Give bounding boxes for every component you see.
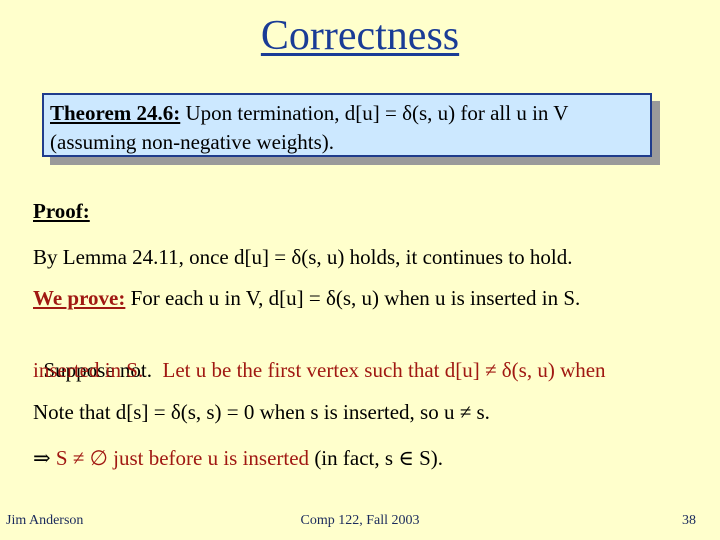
footer-page-number: 38	[682, 513, 696, 528]
implies-black-text: (in fact, s ∈ S).	[309, 446, 443, 470]
we-prove-label: We prove:	[33, 286, 126, 310]
suppose-red-text-line2: inserted in S.	[33, 358, 144, 382]
slide-title: Correctness	[0, 10, 720, 62]
footer-course: Comp 122, Fall 2003	[300, 513, 420, 528]
implies-icon: ⇒	[33, 446, 51, 470]
suppose-red-text-line1: Let u be the first vertex such that d[u]…	[162, 358, 606, 382]
note-line: Note that d[s] = δ(s, s) = 0 when s is i…	[33, 400, 490, 424]
we-prove-line: We prove: For each u in V, d[u] = δ(s, u…	[33, 284, 580, 313]
implies-line: ⇒ S ≠ ∅ just before u is inserted (in fa…	[33, 444, 443, 473]
theorem-box: Theorem 24.6: Upon termination, d[u] = δ…	[42, 93, 652, 157]
theorem-statement-line1: Upon termination, d[u] = δ(s, u) for all…	[180, 101, 569, 125]
theorem-text: Theorem 24.6: Upon termination, d[u] = δ…	[50, 99, 568, 157]
proof-heading: Proof:	[33, 197, 90, 226]
implies-red-text: S ≠ ∅ just before u is inserted	[50, 446, 310, 470]
theorem-statement-line2: (assuming non-negative weights).	[50, 130, 335, 154]
theorem-label: Theorem 24.6:	[50, 101, 181, 125]
slide-title-text: Correctness	[260, 13, 460, 59]
lemma-line: By Lemma 24.11, once d[u] = δ(s, u) hold…	[33, 245, 573, 269]
we-prove-text: For each u in V, d[u] = δ(s, u) when u i…	[125, 286, 581, 310]
proof-label: Proof:	[33, 199, 90, 223]
